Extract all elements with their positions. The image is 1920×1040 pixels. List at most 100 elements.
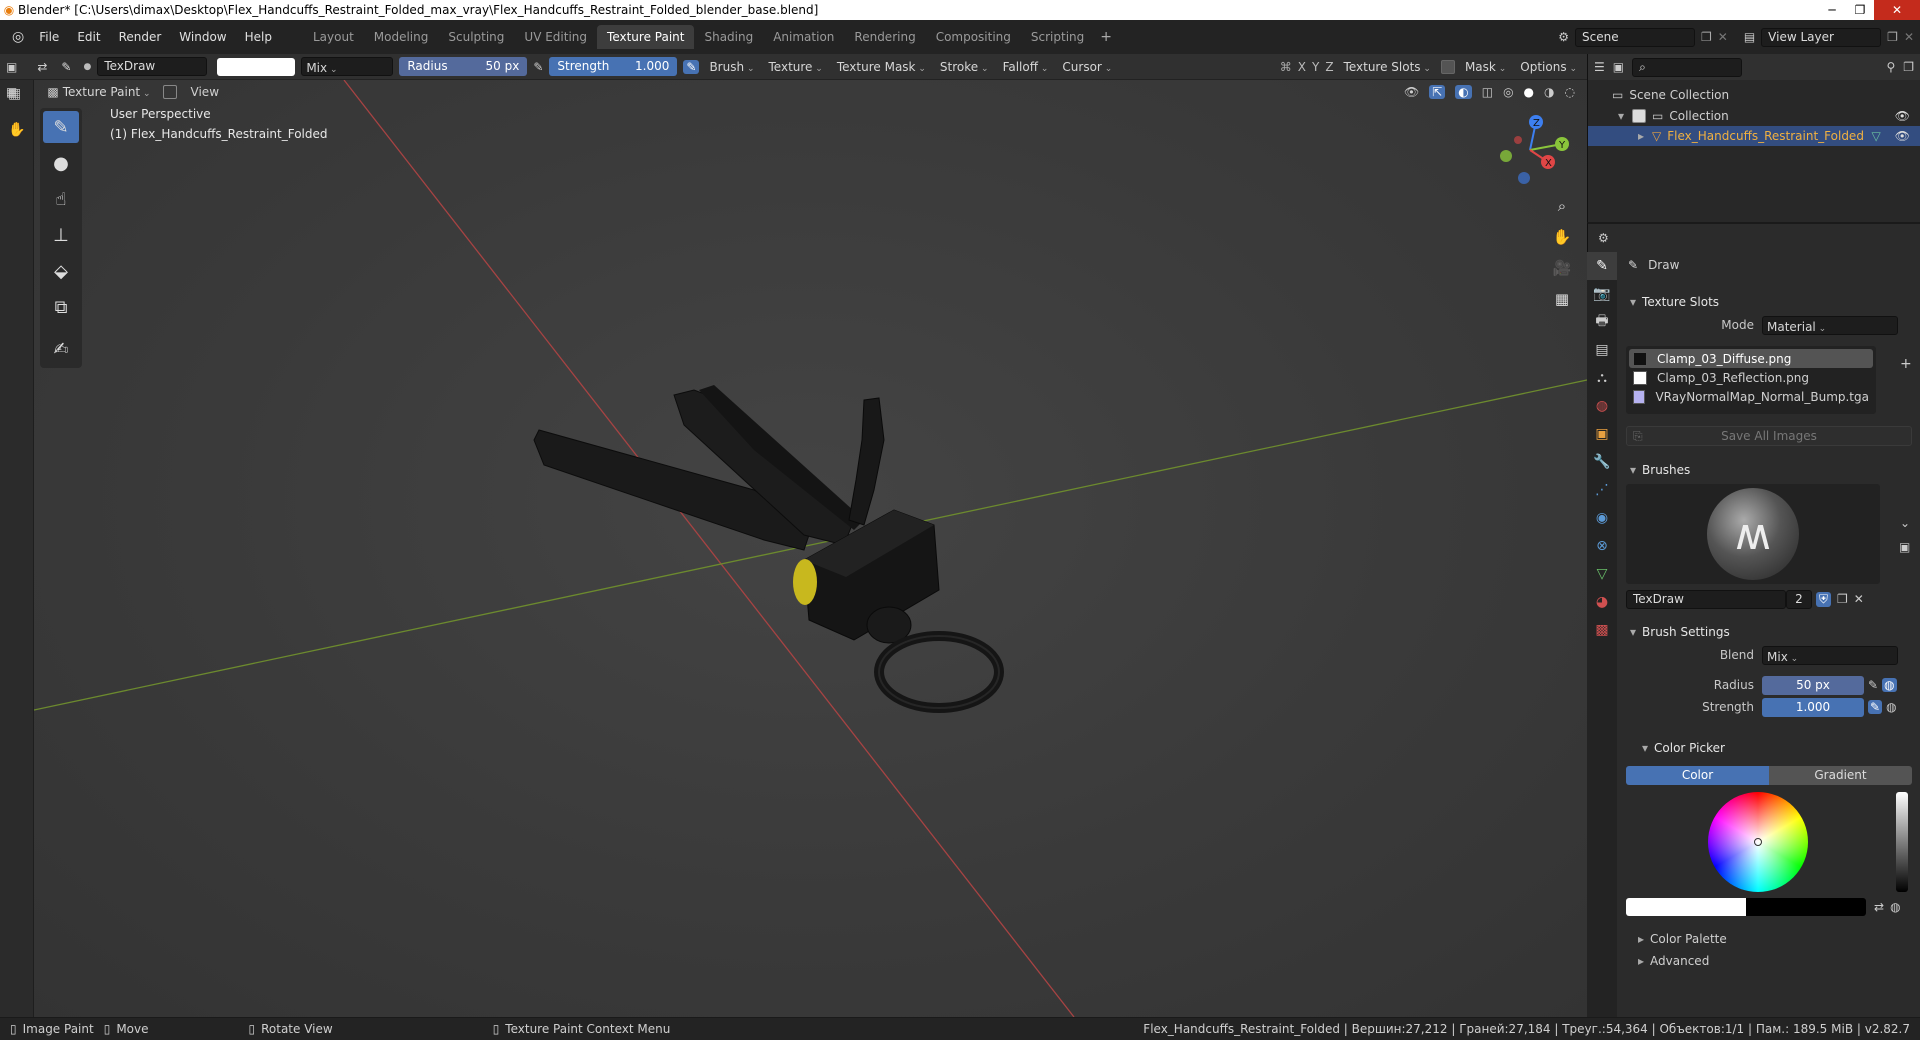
collection-expand-icon[interactable]: ▾ — [1618, 109, 1624, 123]
material-tab-icon[interactable]: ◕ — [1587, 588, 1617, 616]
tab-uv-editing[interactable]: UV Editing — [514, 25, 597, 49]
mask-checkbox[interactable] — [1440, 59, 1455, 74]
menu-file[interactable]: File — [30, 26, 68, 48]
color-tab[interactable]: Color — [1626, 765, 1769, 785]
duplicate-brush-icon[interactable]: ❐ — [1837, 592, 1848, 606]
display-mode-icon[interactable]: ▣ — [1613, 60, 1624, 74]
object-visibility-icon[interactable]: 👁 — [1895, 129, 1910, 143]
falloff-menu[interactable]: Falloff — [999, 58, 1053, 76]
outliner-search-input[interactable]: ⌕ — [1632, 57, 1743, 77]
fake-user-icon[interactable]: ● — [83, 62, 91, 72]
menu-help[interactable]: Help — [236, 26, 281, 48]
color-wheel-cursor[interactable] — [1754, 838, 1762, 846]
menu-window[interactable]: Window — [170, 26, 235, 48]
material-shading-icon[interactable]: ◑ — [1544, 85, 1554, 99]
texture-mask-menu[interactable]: Texture Mask — [833, 58, 930, 76]
radius-unit-toggle[interactable]: ◍ — [1882, 678, 1897, 692]
mode-dropdown[interactable]: ▩ Texture Paint — [43, 83, 154, 101]
strength-unified-toggle[interactable]: ◍ — [1886, 700, 1896, 714]
wireframe-shading-icon[interactable]: ◎ — [1503, 85, 1513, 99]
object-tab-icon[interactable]: ▣ — [1587, 420, 1617, 448]
camera-icon[interactable]: 🎥 — [1548, 254, 1576, 282]
mask-tool-icon[interactable]: ⧉ — [43, 291, 79, 323]
fill-tool-icon[interactable]: ⬙ — [43, 255, 79, 287]
menu-render[interactable]: Render — [110, 26, 171, 48]
collection-visibility-icon[interactable]: 👁 — [1895, 109, 1910, 123]
close-button[interactable]: ✕ — [1874, 0, 1920, 20]
tab-layout[interactable]: Layout — [303, 25, 364, 49]
add-workspace-icon[interactable]: + — [1094, 29, 1118, 45]
solid-shading-icon[interactable]: ● — [1524, 85, 1534, 99]
blender-menu-icon[interactable]: ◎ — [6, 29, 30, 45]
outliner-object-row[interactable]: ▸ ▽ Flex_Handcuffs_Restraint_Folded ▽ 👁 — [1588, 126, 1920, 146]
texture-slot-item[interactable]: Clamp_03_Reflection.png — [1629, 368, 1873, 387]
texture-slot-item[interactable]: VRayNormalMap_Normal_Bump.tga — [1629, 387, 1873, 406]
gizmo-neg-x[interactable] — [1514, 136, 1522, 144]
brush-menu[interactable]: Brush — [705, 58, 758, 76]
brush-preview[interactable]: ʍ — [1626, 484, 1880, 584]
modifier-tab-icon[interactable]: 🔧 — [1587, 448, 1617, 476]
view-layer-field[interactable]: View Layer — [1761, 27, 1882, 47]
visibility-icon[interactable]: 👁 — [1404, 85, 1419, 99]
tool-settings-icon[interactable]: ⇄ — [37, 60, 47, 74]
texture-slots-menu[interactable]: Texture Slots — [1340, 58, 1435, 76]
pan-hand-icon[interactable]: ✋ — [1548, 223, 1576, 251]
symmetry-y-toggle[interactable]: Y — [1312, 60, 1319, 74]
viewport-editor-icon[interactable]: ▦ — [6, 85, 17, 99]
brush-list-expand-icon[interactable]: ⌄ — [1900, 516, 1910, 530]
remove-scene-icon[interactable]: ✕ — [1718, 30, 1728, 44]
save-all-images-button[interactable]: ⎘ Save All Images — [1626, 426, 1912, 446]
gizmo-neg-y[interactable] — [1500, 150, 1512, 162]
color-wheel[interactable] — [1708, 792, 1808, 892]
data-tab-icon[interactable]: ▽ — [1587, 560, 1617, 588]
physics-tab-icon[interactable]: ◉ — [1587, 504, 1617, 532]
tab-texture-paint[interactable]: Texture Paint — [597, 25, 695, 49]
brush-name-field[interactable]: TexDraw — [97, 57, 208, 76]
tab-compositing[interactable]: Compositing — [926, 25, 1021, 49]
strength-settings-slider[interactable]: 1.000 — [1762, 697, 1864, 717]
brush-users-count[interactable]: 2 — [1786, 589, 1812, 609]
draw-tool-icon[interactable]: ✎ — [43, 111, 79, 143]
paint-mask-toggle[interactable] — [162, 85, 177, 99]
world-tab-icon[interactable]: ◍ — [1587, 392, 1617, 420]
outliner-collection[interactable]: ▾ ▭ Collection 👁 — [1588, 106, 1920, 126]
blend-mode-dropdown[interactable]: Mix — [301, 57, 394, 76]
primary-color-swatch[interactable] — [1626, 898, 1746, 916]
mode-dropdown[interactable]: Material — [1762, 315, 1898, 335]
view-layer-icon[interactable]: ▤ — [1744, 30, 1755, 44]
symmetry-x-toggle[interactable]: X — [1298, 60, 1306, 74]
gizmo-icon[interactable]: ⇱ — [1429, 85, 1446, 99]
mask-menu[interactable]: Mask — [1461, 58, 1510, 76]
secondary-color-swatch[interactable] — [1746, 898, 1866, 916]
radius-slider[interactable]: Radius 50 px — [399, 57, 528, 76]
advanced-header[interactable]: ▸ Advanced — [1620, 950, 1916, 972]
fake-user-shield-icon[interactable]: ⛨ — [1816, 591, 1832, 607]
clone-tool-icon[interactable]: ⊥ — [43, 219, 79, 251]
texture-slots-panel-header[interactable]: Texture Slots — [1620, 290, 1916, 314]
tab-rendering[interactable]: Rendering — [844, 25, 925, 49]
radius-settings-slider[interactable]: 50 px — [1762, 675, 1864, 695]
new-scene-icon[interactable]: ❐ — [1701, 30, 1712, 44]
constraints-tab-icon[interactable]: ⊗ — [1587, 532, 1617, 560]
menu-edit[interactable]: Edit — [68, 26, 109, 48]
texture-menu[interactable]: Texture — [765, 58, 827, 76]
tab-scripting[interactable]: Scripting — [1021, 25, 1094, 49]
collection-checkbox[interactable] — [1632, 109, 1647, 123]
brush-icon[interactable]: ✎ — [61, 60, 71, 74]
brush-name-input[interactable]: TexDraw — [1626, 589, 1786, 609]
output-tab-icon[interactable]: 🖶 — [1587, 308, 1617, 336]
hand-icon[interactable]: ✋ — [0, 116, 33, 144]
properties-editor-icon[interactable]: ⚙ — [1588, 224, 1920, 252]
value-slider[interactable] — [1896, 792, 1908, 892]
particles-tab-icon[interactable]: ⋰ — [1587, 476, 1617, 504]
strength-pressure-toggle[interactable]: ✎ — [1868, 700, 1883, 714]
soften-tool-icon[interactable]: ● — [43, 147, 79, 179]
brush-icon-toggle[interactable]: ▣ — [1899, 540, 1910, 554]
view-menu[interactable]: View — [191, 85, 219, 99]
cursor-menu[interactable]: Cursor — [1058, 58, 1116, 76]
symmetry-z-toggle[interactable]: Z — [1325, 60, 1333, 74]
strength-pressure-icon[interactable]: ✎ — [683, 59, 700, 74]
3d-viewport[interactable]: User Perspective (1) Flex_Handcuffs_Rest… — [34, 80, 1587, 1017]
rendered-shading-icon[interactable]: ◌ — [1565, 85, 1575, 99]
overlay-icon[interactable]: ◐ — [1455, 85, 1472, 99]
